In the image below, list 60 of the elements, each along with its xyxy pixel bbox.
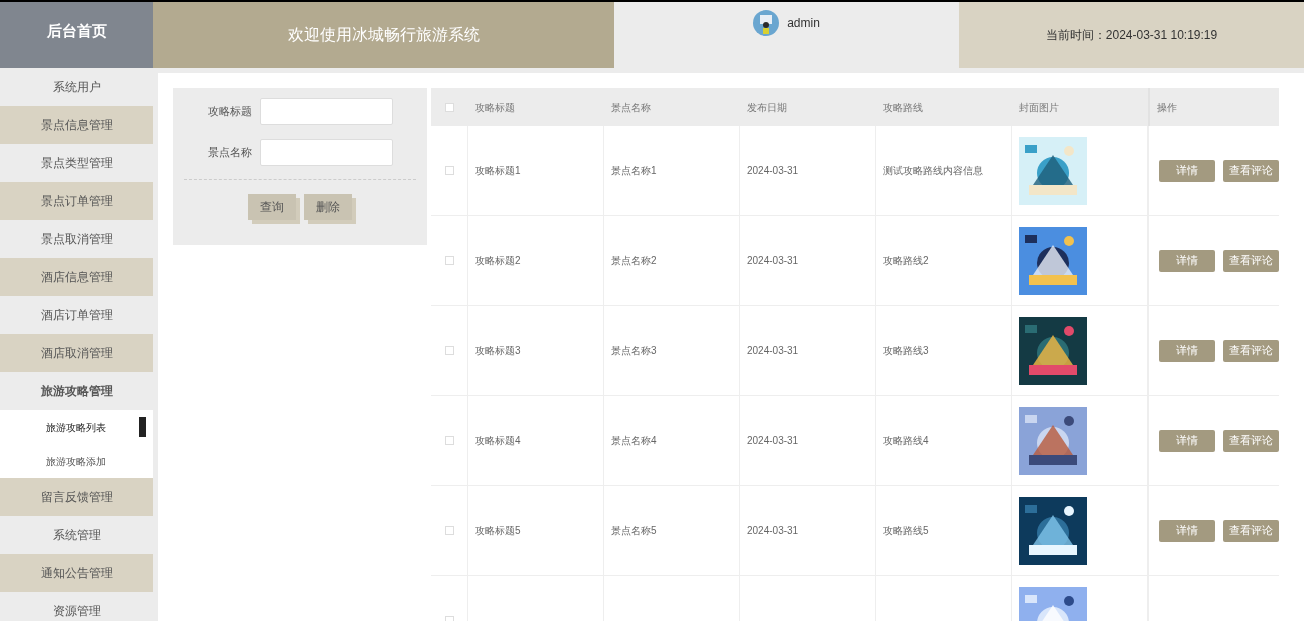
current-time: 当前时间：2024-03-31 10:19:19 (1045, 27, 1218, 44)
table-cell-text: 测试攻略路线内容信息 (883, 164, 983, 178)
home-link[interactable]: 后台首页 (0, 2, 153, 68)
table-cell-text: 景点名称3 (611, 344, 657, 358)
action-button[interactable]: 详情 (1159, 519, 1215, 542)
action-button[interactable]: 查看评论 (1223, 339, 1279, 362)
action-button[interactable]: 查看评论 (1223, 249, 1279, 272)
avatar-icon (753, 10, 780, 36)
table-cell-text: 景点名称1 (611, 164, 657, 178)
table-cell-text: 攻略路线5 (883, 524, 929, 538)
submenu-item[interactable]: 旅游攻略添加 (46, 453, 106, 469)
action-button[interactable]: 详情 (1159, 159, 1215, 182)
table-cell-text: 攻略标题1 (475, 164, 521, 178)
sidebar-item[interactable]: 留言反馈管理 (0, 478, 153, 516)
search-field[interactable] (260, 139, 393, 166)
row-checkbox[interactable] (444, 526, 454, 535)
search-field[interactable] (260, 98, 393, 125)
row-checkbox[interactable] (444, 166, 454, 175)
column-header: 操作 (1157, 100, 1177, 115)
table-cell-text: 2024-03-31 (747, 524, 799, 538)
table-cell-text: 攻略路线2 (883, 254, 929, 268)
action-button[interactable]: 查看评论 (1223, 429, 1279, 452)
sidebar-item[interactable]: 酒店信息管理 (0, 258, 153, 296)
table-cell-text: 攻略标题4 (475, 434, 521, 448)
action-button[interactable]: 查看评论 (1223, 519, 1279, 542)
table-cell-text: 2024-03-31 (747, 254, 799, 268)
username: admin (787, 15, 820, 32)
selection-indicator (139, 417, 146, 437)
column-header: 攻略路线 (883, 101, 923, 113)
table-cell-text: 攻略路线4 (883, 434, 929, 448)
table-cell-text: 攻略标题3 (475, 344, 521, 358)
submenu-item[interactable]: 旅游攻略列表 (46, 419, 106, 435)
table-cell-text: 攻略路线3 (883, 344, 929, 358)
table-cell-text: 2024-03-31 (747, 344, 799, 358)
row-checkbox[interactable] (444, 346, 454, 355)
table-cell-text: 景点名称5 (611, 524, 657, 538)
action-button[interactable]: 查看评论 (1223, 159, 1279, 182)
sidebar-item[interactable]: 景点订单管理 (0, 182, 153, 220)
field-label: 攻略标题 (207, 104, 252, 120)
field-label: 景点名称 (207, 145, 252, 161)
row-checkbox[interactable] (444, 256, 454, 265)
table-cell-text: 2024-03-31 (747, 164, 799, 178)
column-header: 景点名称 (611, 101, 651, 113)
action-button[interactable]: 详情 (1159, 429, 1215, 452)
column-header: 攻略标题 (475, 101, 515, 113)
table-cell-text: 景点名称2 (611, 254, 657, 268)
column-header: 封面图片 (1019, 101, 1059, 113)
sidebar-item[interactable]: 通知公告管理 (0, 554, 153, 592)
table-cell-text: 景点名称4 (611, 434, 657, 448)
table-cell-text: 2024-03-31 (747, 434, 799, 448)
table-cell-text: 攻略标题5 (475, 524, 521, 538)
column-header: 发布日期 (747, 101, 787, 113)
system-title: 欢迎使用冰城畅行旅游系统 (153, 2, 614, 68)
sidebar-item[interactable]: 景点信息管理 (0, 106, 153, 144)
row-checkbox[interactable] (444, 436, 454, 445)
action-button[interactable]: 详情 (1159, 339, 1215, 362)
action-button[interactable]: 详情 (1159, 249, 1215, 272)
sidebar-item[interactable]: 酒店取消管理 (0, 334, 153, 372)
select-all-checkbox[interactable] (445, 102, 454, 112)
table-cell-text: 攻略标题2 (475, 254, 521, 268)
